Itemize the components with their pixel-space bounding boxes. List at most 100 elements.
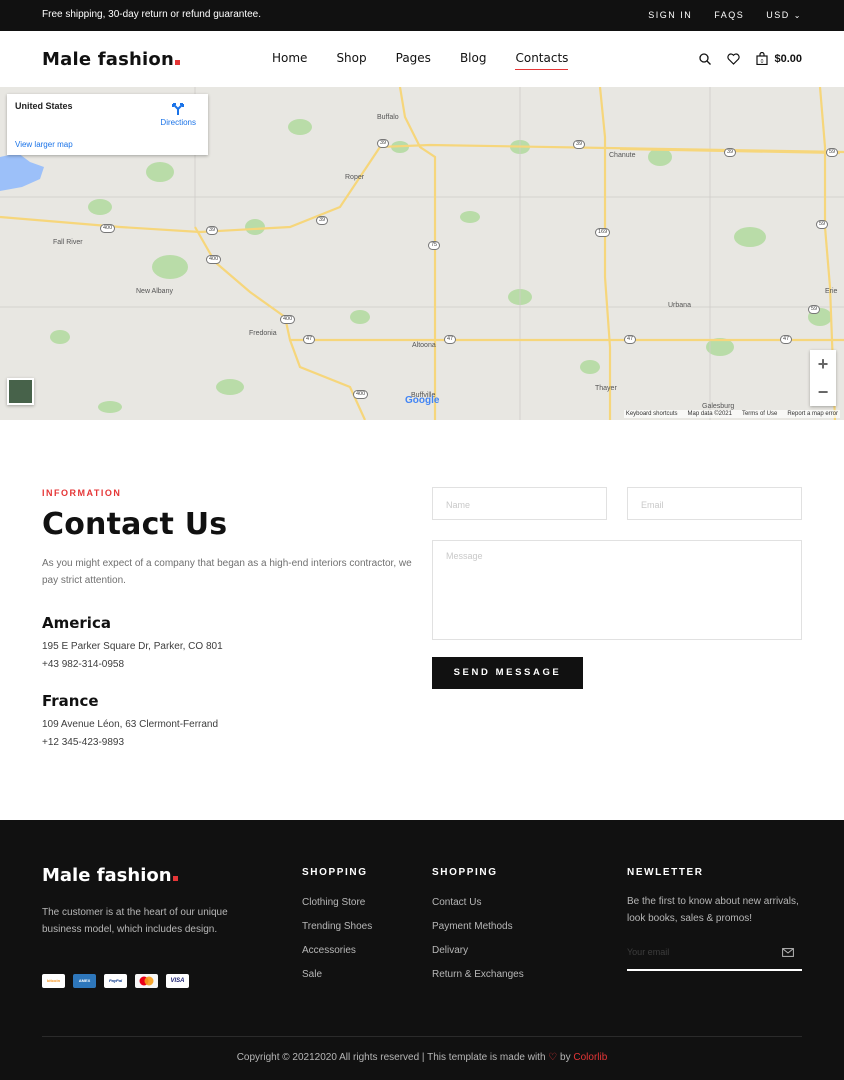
footer-link[interactable]: Return & Exchanges	[432, 969, 524, 993]
office-address: 109 Avenue Léon, 63 Clermont-Ferrand	[42, 719, 219, 730]
nav-shop[interactable]: Shop	[336, 51, 366, 68]
map-town-label: Fall River	[53, 239, 83, 246]
route-shield: 39	[377, 139, 390, 148]
footer-divider	[42, 1036, 802, 1037]
zoom-controls: + −	[810, 350, 836, 406]
route-shield: 47	[624, 335, 637, 344]
map-place-name: United States	[15, 101, 73, 111]
route-shield: 400	[100, 224, 116, 233]
google-logo: Google	[405, 395, 440, 406]
footer-description: The customer is at the heart of our uniq…	[42, 907, 228, 935]
footer-link[interactable]: Contact Us	[432, 897, 524, 921]
route-shield: 400	[280, 315, 296, 324]
colorlib-link[interactable]: Colorlib	[573, 1052, 607, 1063]
map-footer: Keyboard shortcuts Map data ©2021 Terms …	[623, 410, 840, 418]
logo-dot	[172, 876, 178, 881]
main-nav: Home Shop Pages Blog Contacts	[272, 51, 597, 70]
route-shield: 39	[724, 148, 737, 157]
footer-link[interactable]: Delivary	[432, 945, 524, 969]
copyright-by: by	[560, 1052, 571, 1063]
contact-description: As you might expect of a company that be…	[42, 558, 412, 586]
route-shield: 59	[826, 148, 839, 157]
search-icon[interactable]	[699, 52, 712, 65]
route-shield: 75	[428, 241, 441, 250]
route-shield: 59	[808, 305, 821, 314]
nav-home[interactable]: Home	[272, 51, 307, 68]
newsletter-email-input[interactable]: Your email	[627, 944, 802, 971]
directions-button[interactable]: Directions	[160, 102, 196, 127]
route-shield: 39	[206, 226, 219, 235]
map-town-label: Chanute	[609, 152, 636, 159]
office-phone: +43 982-314-0958	[42, 659, 125, 670]
email-placeholder: Email	[641, 500, 664, 510]
zoom-out-button[interactable]: −	[810, 378, 836, 406]
map-town-label: Buffalo	[377, 114, 399, 121]
map-town-label: Thayer	[595, 385, 617, 392]
currency-select[interactable]: USD ⌄	[766, 10, 802, 20]
directions-icon	[172, 103, 185, 115]
map-info-card: United States Directions View larger map	[7, 94, 208, 155]
satellite-toggle[interactable]	[7, 378, 34, 405]
paypal-icon: PayPal	[104, 974, 127, 988]
office-address: 195 E Parker Square Dr, Parker, CO 801	[42, 641, 223, 652]
site-logo[interactable]: Male fashion	[42, 49, 180, 70]
map-town-label: Urbana	[668, 302, 691, 309]
footer-link[interactable]: Clothing Store	[302, 897, 372, 921]
keyboard-shortcuts-link[interactable]: Keyboard shortcuts	[626, 411, 678, 417]
map-town-label: New Albany	[136, 288, 173, 295]
location-map[interactable]: Buffalo Chanute Roper Fall River New Alb…	[0, 87, 844, 420]
terms-link[interactable]: Terms of Use	[742, 411, 777, 417]
sign-in-link[interactable]: SIGN IN	[648, 10, 692, 20]
newsletter-placeholder: Your email	[627, 947, 670, 957]
nav-pages[interactable]: Pages	[396, 51, 431, 68]
nav-contacts[interactable]: Contacts	[515, 51, 568, 70]
route-shield: 169	[595, 228, 611, 237]
footer-link[interactable]: Accessories	[302, 945, 372, 969]
map-town-label: Roper	[345, 174, 365, 181]
office-phone: +12 345-423-9893	[42, 737, 125, 748]
faqs-link[interactable]: FAQS	[714, 10, 744, 20]
cart-total[interactable]: $0.00	[774, 53, 802, 65]
footer-links-shopping: Clothing Store Trending Shoes Accessorie…	[302, 897, 372, 993]
copyright-text: Copyright © 20212020 All rights reserved…	[0, 1052, 844, 1063]
amex-icon: AMEX	[73, 974, 96, 988]
newsletter-heading: NEWLETTER	[627, 867, 704, 878]
route-shield: 47	[780, 335, 793, 344]
report-error-link[interactable]: Report a map error	[787, 411, 838, 417]
currency-value: USD	[766, 10, 790, 20]
footer-link[interactable]: Trending Shoes	[302, 921, 372, 945]
payment-methods: bitcoin AMEX PayPal VISA	[42, 974, 189, 988]
newsletter-text: Be the first to know about new arrivals,…	[627, 896, 799, 924]
nav-blog[interactable]: Blog	[460, 51, 487, 68]
footer-link[interactable]: Sale	[302, 969, 372, 993]
heart-icon: ♡	[548, 1052, 558, 1063]
page-title: Contact Us	[42, 507, 228, 542]
footer-heading-shopping-2: SHOPPING	[432, 867, 498, 878]
message-field[interactable]: Message	[432, 540, 802, 640]
promo-text: Free shipping, 30-day return or refund g…	[42, 9, 262, 20]
message-placeholder: Message	[446, 551, 483, 561]
name-field[interactable]: Name	[432, 487, 607, 520]
cart-icon[interactable]: 0	[756, 52, 769, 65]
email-field[interactable]: Email	[627, 487, 802, 520]
office-name-america: America	[42, 614, 111, 632]
top-links: SIGN IN FAQS USD ⌄	[648, 10, 802, 20]
send-message-button[interactable]: SEND MESSAGE	[432, 657, 583, 689]
route-shield: 39	[573, 140, 586, 149]
svg-text:0: 0	[761, 59, 764, 65]
route-shield: 400	[353, 390, 369, 399]
footer-logo[interactable]: Male fashion	[42, 865, 178, 886]
route-shield: 400	[206, 255, 222, 264]
zoom-in-button[interactable]: +	[810, 350, 836, 378]
map-town-label: Altoona	[412, 342, 436, 349]
copyright-prefix: Copyright © 20212020 All rights reserved…	[236, 1052, 546, 1063]
office-name-france: France	[42, 692, 99, 710]
map-town-label: Erie	[825, 288, 838, 295]
mastercard-icon	[135, 974, 158, 988]
heart-icon[interactable]	[727, 52, 741, 65]
footer-link[interactable]: Payment Methods	[432, 921, 524, 945]
envelope-icon[interactable]	[782, 948, 794, 959]
map-town-label: Fredonia	[249, 330, 277, 337]
view-larger-map-link[interactable]: View larger map	[15, 140, 73, 149]
section-label: INFORMATION	[42, 488, 122, 498]
